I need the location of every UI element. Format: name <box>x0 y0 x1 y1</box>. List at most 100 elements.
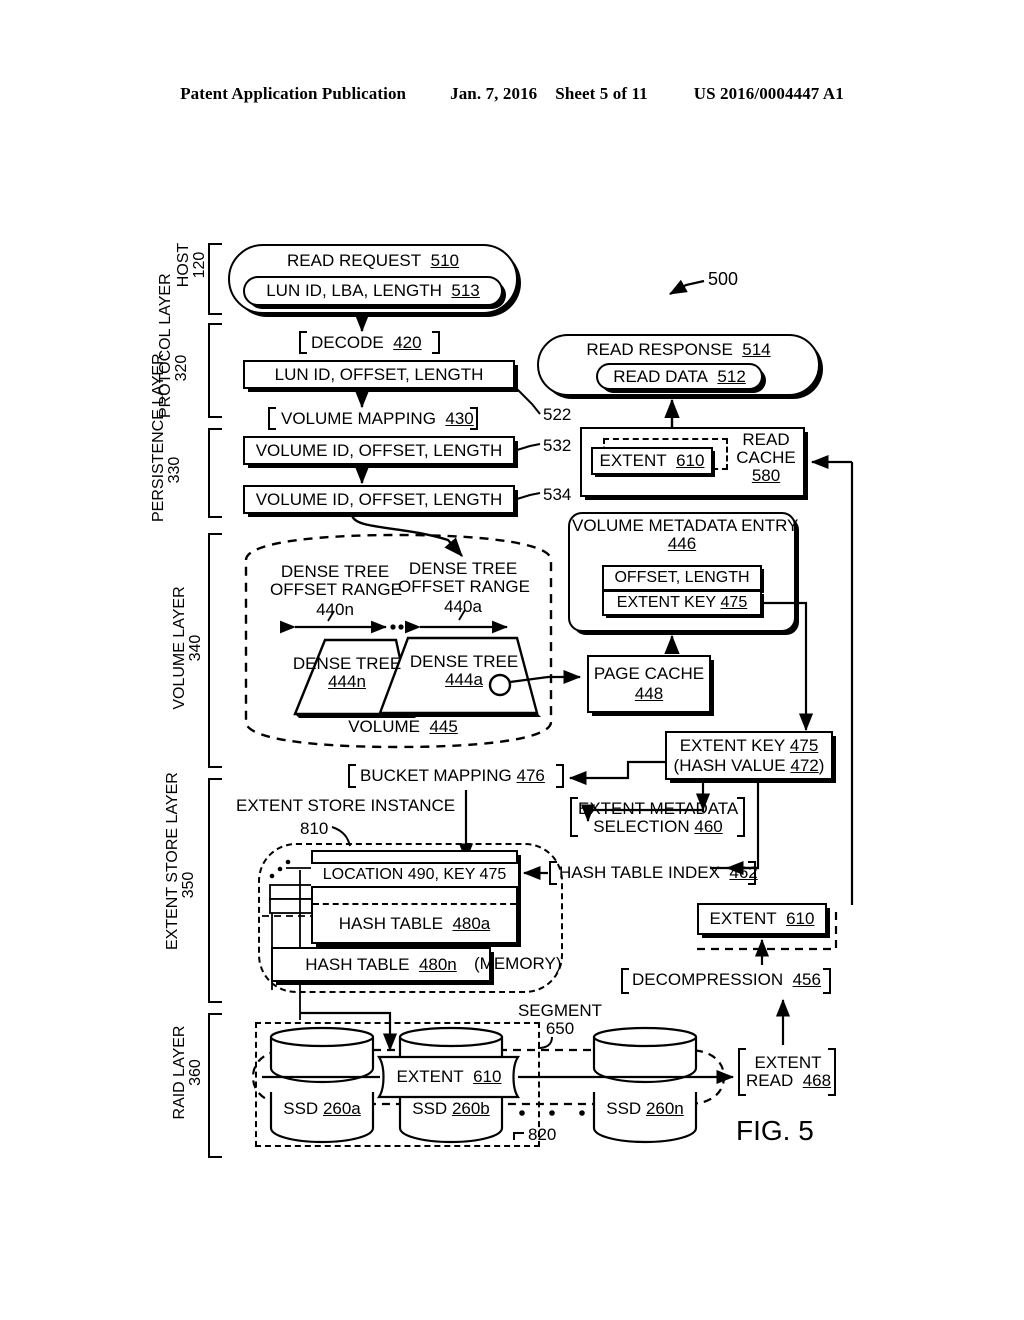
decompression-ref: 456 <box>792 970 821 989</box>
decode-ref: 420 <box>393 333 422 352</box>
extent-key-label: EXTENT KEY <box>679 736 786 755</box>
extent-read-bracket-left <box>738 1048 746 1096</box>
segment-label: SEGMENT 650 <box>505 1002 615 1038</box>
extent-metadata-selection-ref: 460 <box>694 816 723 836</box>
volume-label: VOLUME 445 <box>348 717 458 736</box>
header-patent-number: US 2016/0004447 A1 <box>693 84 844 103</box>
read-cache-ref: 580 <box>751 465 781 485</box>
hash-table-480n-box[interactable]: HASH TABLE 480n <box>271 947 491 982</box>
bracket-volume-layer <box>208 533 222 768</box>
read-request-ref: 510 <box>430 251 459 270</box>
ssd-260n-label: SSD 260n <box>606 1099 684 1118</box>
vme-extent-key-ref: 475 <box>720 594 748 611</box>
bucket-mapping-bracket-right <box>556 764 564 788</box>
hash-table-index-label: HASH TABLE INDEX 462 <box>559 863 758 882</box>
read-data-label: READ DATA <box>613 366 708 386</box>
layer-label-host-ref: 120 <box>191 251 209 279</box>
volume-id-offset-length-label-1: VOLUME ID, OFFSET, LENGTH <box>255 440 503 460</box>
volume-metadata-entry-title: VOLUME METADATA ENTRY 446 <box>572 516 799 553</box>
volume-id-offset-length-box-2[interactable]: VOLUME ID, OFFSET, LENGTH <box>243 485 515 514</box>
hash-table-480a-ref: 480a <box>452 914 491 933</box>
read-data-ref: 512 <box>717 366 746 386</box>
location-key-row[interactable]: LOCATION 490, KEY 475 <box>311 862 518 888</box>
extent-read-ref: 468 <box>802 1070 832 1090</box>
bracket-host <box>208 243 222 315</box>
layer-label-protocol-ref: 320 <box>173 354 191 382</box>
lun-id-lba-length-ref: 513 <box>451 281 480 300</box>
bracket-protocol-layer <box>208 323 222 418</box>
lun-id-lba-length-box[interactable]: LUN ID, LBA, LENGTH 513 <box>243 276 503 306</box>
vme-offset-length-box[interactable]: OFFSET, LENGTH <box>602 565 762 591</box>
vme-offset-length-label: OFFSET, LENGTH <box>614 569 750 586</box>
bucket-mapping-ref: 476 <box>516 766 545 785</box>
bracket-persistence-layer <box>208 428 222 518</box>
figure-ref-500: 500 <box>708 269 739 289</box>
vme-extent-key-box[interactable]: EXTENT KEY 475 <box>602 590 762 616</box>
hash-table-index-ref: 462 <box>729 863 758 882</box>
read-response-ref: 514 <box>742 340 771 359</box>
decompression-bracket-right <box>823 968 831 994</box>
extent-store-extent-box[interactable]: EXTENT 610 <box>697 903 827 935</box>
ssd-260a-label: SSD 260a <box>283 1099 361 1118</box>
hash-table-480a-label: HASH TABLE 480a <box>338 914 491 933</box>
read-data-box[interactable]: READ DATA 512 <box>596 363 763 390</box>
page-cache-label: PAGE CACHE <box>593 664 705 683</box>
bracket-extent-store-layer <box>208 778 222 1003</box>
segment-ref: 650 <box>545 1018 575 1038</box>
dense-tree-offset-range-a-ref: 440a <box>444 597 482 616</box>
layer-label-persistence: PERSISTENCE LAYER 330 <box>150 353 184 522</box>
header-sheet: Sheet 5 of 11 <box>555 84 648 103</box>
read-cache-title: READ CACHE 580 <box>736 430 796 485</box>
hash-table-480n-label: HASH TABLE <box>305 954 410 974</box>
page-cache-box[interactable]: PAGE CACHE 448 <box>587 655 711 713</box>
read-request-title: READ REQUEST 510 <box>287 251 459 270</box>
volume-ref: 445 <box>429 717 458 736</box>
lun-id-offset-length-box[interactable]: LUN ID, OFFSET, LENGTH <box>243 360 515 389</box>
dense-tree-n-label: DENSE TREE 444n <box>288 655 406 691</box>
vme-extent-key-label: EXTENT KEY <box>616 594 717 611</box>
decompression-bracket-left <box>621 968 629 994</box>
layer-label-persistence-name: PERSISTENCE LAYER <box>150 353 167 522</box>
hash-table-480a-divider <box>313 903 516 905</box>
hash-value-ref: 472 <box>790 756 819 775</box>
read-response-title: READ RESPONSE 514 <box>586 340 771 359</box>
layer-label-volume-ref: 340 <box>187 634 205 662</box>
volume-mapping-bracket-left <box>268 407 276 430</box>
bracket-raid-layer <box>208 1013 222 1158</box>
layer-label-volume: VOLUME LAYER 340 <box>171 578 205 718</box>
decompression-label: DECOMPRESSION 456 <box>632 970 821 989</box>
layer-label-host-name: HOST <box>175 242 192 288</box>
header-date: Jan. 7, 2016 <box>450 84 538 103</box>
location-key-row-label: LOCATION 490, KEY 475 <box>322 866 507 883</box>
read-cache-extent-box[interactable]: EXTENT 610 <box>591 447 713 475</box>
lun-id-lba-length-label: LUN ID, LBA, LENGTH <box>266 281 442 300</box>
read-cache-extent-ref: 610 <box>676 451 705 470</box>
extent-store-instance-ref: 810 <box>300 819 329 838</box>
dense-tree-a-label: DENSE TREE 444a <box>405 653 523 689</box>
bucket-mapping-label: BUCKET MAPPING 476 <box>360 766 545 785</box>
hash-value-label: (HASH VALUE <box>673 756 786 775</box>
extent-key-hash-value-box[interactable]: EXTENT KEY 475 (HASH VALUE 472) <box>665 731 833 780</box>
header-publication: Patent Application Publication <box>180 84 407 103</box>
extent-store-instance-label: EXTENT STORE INSTANCE <box>236 796 456 815</box>
volume-mapping-ref: 430 <box>445 409 474 428</box>
dense-tree-n-ref: 444n <box>328 671 366 691</box>
ssd-260n-ref: 260n <box>645 1099 684 1118</box>
layer-label-raid-name: RAID LAYER <box>171 1025 188 1120</box>
extent-store-extent-ref: 610 <box>786 909 815 928</box>
decode-bracket-left <box>299 331 307 354</box>
layer-label-host: HOST 120 <box>175 230 209 300</box>
figure-label: FIG. 5 <box>736 1115 814 1146</box>
decode-label: DECODE 420 <box>311 333 422 352</box>
layer-label-extent-store-ref: 350 <box>180 871 198 899</box>
dense-tree-offset-range-a: DENSE TREE OFFSET RANGE <box>398 559 530 596</box>
layer-label-raid-ref: 360 <box>187 1059 205 1086</box>
page-cache-ref: 448 <box>634 684 664 703</box>
layer-label-raid: RAID LAYER 360 <box>171 1015 205 1130</box>
layer-label-extent-store: EXTENT STORE LAYER 350 <box>164 772 198 950</box>
volume-id-offset-length-box-1[interactable]: VOLUME ID, OFFSET, LENGTH <box>243 436 515 465</box>
bucket-mapping-bracket-left <box>348 764 356 788</box>
raid-array-ref: 820 <box>528 1125 557 1144</box>
extent-store-extent-label: EXTENT <box>709 909 777 928</box>
layer-label-volume-name: VOLUME LAYER <box>171 586 188 710</box>
